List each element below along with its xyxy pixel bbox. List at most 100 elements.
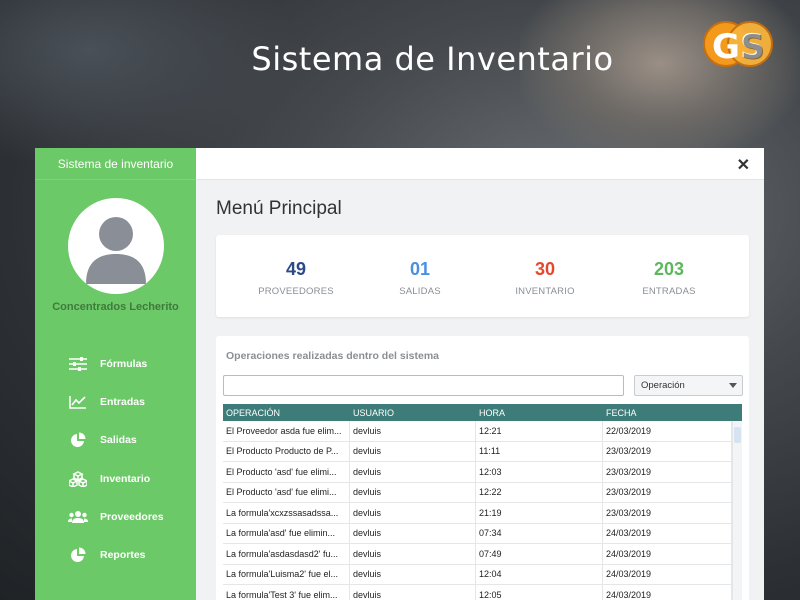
- table-row[interactable]: El Producto 'asd' fue elimi... devluis 12:…: [223, 482, 742, 503]
- stat-value: 30: [534, 259, 556, 279]
- sidebar-item-label: Proveedores: [100, 510, 164, 523]
- main-content: ✕ Menú Principal 49 PROVEEDORES 01 SALID…: [196, 148, 764, 600]
- table-row[interactable]: El Producto Producto de P... devluis 11:11…: [223, 441, 742, 462]
- table-cell: 12:05: [476, 585, 603, 600]
- table-cell: La formula'Luisma2' fue el...: [223, 564, 350, 584]
- table-cell: 21:19: [476, 503, 603, 523]
- stat-label: SALIDAS: [399, 286, 441, 297]
- gs-logo: G S S: [698, 14, 776, 74]
- table-cell: 24/03/2019: [603, 523, 732, 543]
- stat-label: INVENTARIO: [515, 286, 575, 297]
- close-icon[interactable]: ✕: [737, 155, 750, 175]
- table-cell: devluis: [350, 462, 476, 482]
- cubes-icon: [67, 470, 89, 487]
- table-cell: El Proveedor asda fue elim...: [223, 421, 350, 441]
- pie-chart-icon: [67, 432, 89, 448]
- table-cell: devluis: [350, 503, 476, 523]
- table-cell: La formula'Test 3' fue elim...: [223, 585, 350, 600]
- table-body: El Proveedor asda fue elim... devluis 12:2…: [223, 421, 742, 600]
- table-cell: 12:04: [476, 564, 603, 584]
- background-blur-left: [0, 0, 300, 170]
- sidebar-item-entradas[interactable]: Entradas: [35, 383, 196, 421]
- table-cell: El Producto Producto de P...: [223, 441, 350, 461]
- table-cell: 24/03/2019: [603, 585, 732, 600]
- table-cell: devluis: [350, 564, 476, 584]
- sidebar-item-label: Fórmulas: [100, 358, 148, 371]
- svg-text:S: S: [741, 28, 766, 68]
- operation-filter-select[interactable]: Operación: [634, 375, 743, 396]
- table-row[interactable]: La formula'xcxzssasadssa... devluis 21:19 2…: [223, 503, 742, 524]
- table-scrollbar[interactable]: [732, 421, 742, 600]
- sidebar-item-reportes[interactable]: Reportes: [35, 536, 196, 574]
- stat-entradas: 203 ENTRADAS: [609, 259, 729, 297]
- stat-label: ENTRADAS: [642, 286, 696, 297]
- svg-text:G: G: [712, 27, 740, 67]
- line-chart-icon: [67, 394, 89, 410]
- table-row[interactable]: La formula'Test 3' fue elim... devluis 12:…: [223, 585, 742, 600]
- table-cell: 11:11: [476, 441, 603, 461]
- sidebar-nav: Fórmulas Entradas Salidas Inventario Pro…: [35, 345, 196, 574]
- operations-panel: Operaciones realizadas dentro del sistem…: [216, 336, 749, 600]
- sidebar-item-formulas[interactable]: Fórmulas: [35, 345, 196, 383]
- table-cell: 07:49: [476, 544, 603, 564]
- operations-title: Operaciones realizadas dentro del sistem…: [226, 350, 440, 362]
- table-cell: 22/03/2019: [603, 421, 732, 441]
- table-cell: El Producto 'asd' fue elimi...: [223, 462, 350, 482]
- stat-salidas: 01 SALIDAS: [360, 259, 480, 297]
- scrollbar-thumb[interactable]: [734, 427, 741, 443]
- stat-label: PROVEEDORES: [258, 286, 334, 297]
- table-cell: devluis: [350, 421, 476, 441]
- table-cell: 23/03/2019: [603, 462, 732, 482]
- sidebar-item-label: Entradas: [100, 396, 145, 409]
- table-cell: 23/03/2019: [603, 441, 732, 461]
- table-row[interactable]: La formula'asd' fue elimin... devluis 07:3…: [223, 523, 742, 544]
- table-cell: devluis: [350, 523, 476, 543]
- stat-value: 203: [653, 259, 685, 279]
- window-topbar: ✕: [196, 148, 764, 180]
- table-cell: 12:21: [476, 421, 603, 441]
- stats-card: 49 PROVEEDORES 01 SALIDAS 30 INVENTARIO …: [216, 235, 749, 317]
- table-row[interactable]: El Proveedor asda fue elim... devluis 12:2…: [223, 421, 742, 442]
- app-window: Sistema de inventario Concentrados Leche…: [35, 148, 764, 600]
- table-row[interactable]: El Producto 'asd' fue elimi... devluis 12:…: [223, 462, 742, 483]
- column-header-usuario[interactable]: USUARIO: [350, 408, 476, 418]
- table-cell: 24/03/2019: [603, 564, 732, 584]
- table-header: OPERACIÓN USUARIO HORA FECHA: [223, 404, 742, 421]
- table-cell: 12:22: [476, 482, 603, 502]
- page-title: Menú Principal: [216, 198, 342, 219]
- table-cell: La formula'asd' fue elimin...: [223, 523, 350, 543]
- column-header-hora[interactable]: HORA: [476, 408, 603, 418]
- sidebar-item-label: Salidas: [100, 434, 137, 447]
- sidebar-title: Sistema de inventario: [35, 148, 196, 180]
- stat-proveedores: 49 PROVEEDORES: [236, 259, 356, 297]
- table-cell: devluis: [350, 441, 476, 461]
- table-cell: 23/03/2019: [603, 482, 732, 502]
- chevron-down-icon: [729, 383, 737, 388]
- table-cell: 23/03/2019: [603, 503, 732, 523]
- column-header-fecha[interactable]: FECHA: [603, 408, 732, 418]
- table-cell: La formula'xcxzssasadssa...: [223, 503, 350, 523]
- sidebar-item-salidas[interactable]: Salidas: [35, 421, 196, 459]
- table-cell: 12:03: [476, 462, 603, 482]
- avatar: [68, 198, 164, 294]
- table-cell: devluis: [350, 544, 476, 564]
- sidebar-item-inventario[interactable]: Inventario: [35, 460, 196, 498]
- table-cell: El Producto 'asd' fue elimi...: [223, 482, 350, 502]
- column-header-operacion[interactable]: OPERACIÓN: [223, 408, 350, 418]
- select-value: Operación: [641, 380, 685, 391]
- stat-value: 49: [285, 259, 307, 279]
- sliders-icon: [67, 356, 89, 372]
- sidebar-item-label: Reportes: [100, 549, 146, 562]
- table-cell: 24/03/2019: [603, 544, 732, 564]
- stat-value: 01: [409, 259, 431, 279]
- table-row[interactable]: La formula'asdasdasd2' fu... devluis 07:49…: [223, 544, 742, 565]
- table-cell: La formula'asdasdasd2' fu...: [223, 544, 350, 564]
- users-icon: [67, 509, 89, 525]
- sidebar: Sistema de inventario Concentrados Leche…: [35, 148, 196, 600]
- search-input[interactable]: [223, 375, 624, 396]
- stat-inventario: 30 INVENTARIO: [485, 259, 605, 297]
- company-name: Concentrados Lecherito: [52, 301, 179, 313]
- table-row[interactable]: La formula'Luisma2' fue el... devluis 12:0…: [223, 564, 742, 585]
- sidebar-item-proveedores[interactable]: Proveedores: [35, 498, 196, 536]
- sidebar-item-label: Inventario: [100, 472, 151, 485]
